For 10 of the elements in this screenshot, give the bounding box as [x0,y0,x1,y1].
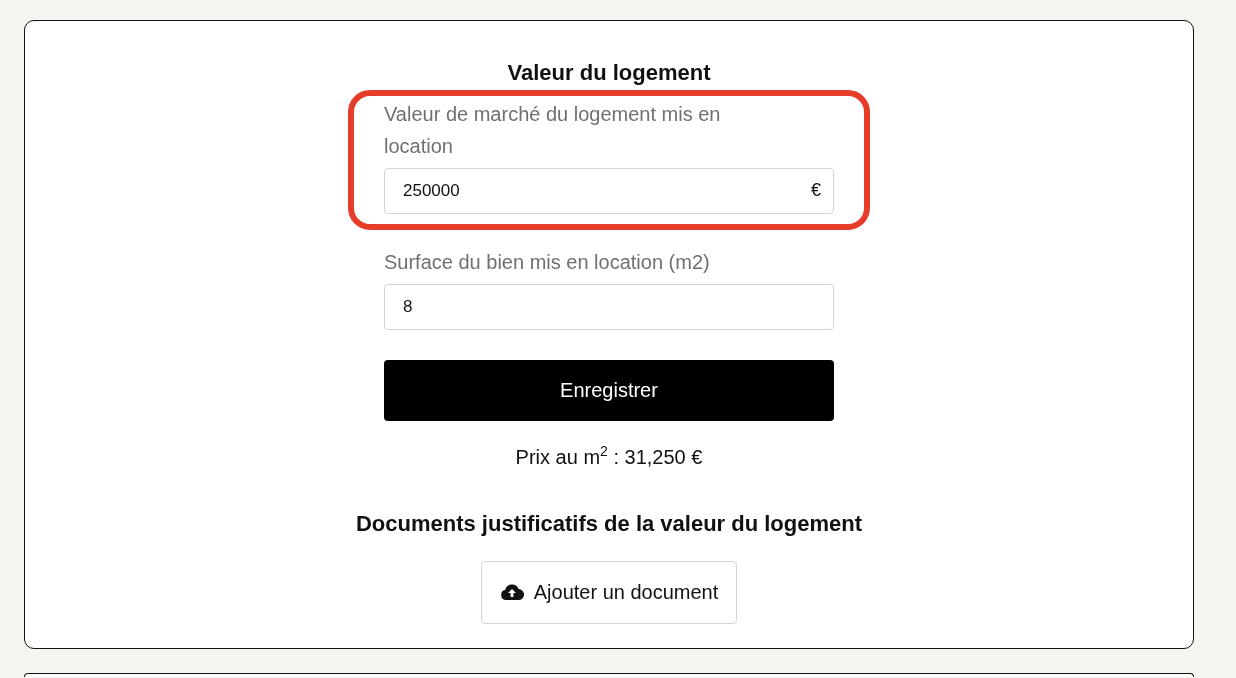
save-button[interactable]: Enregistrer [384,360,834,421]
add-document-button[interactable]: Ajouter un document [480,560,738,624]
field-label: Surface du bien mis en location (m2) [384,250,711,275]
price-per-m2: Prix au m$^{2}$ : 31,250 € [515,443,703,469]
field-label: Valeur de marché du logement mis en location [384,102,722,159]
documents-title: Documents justificatifs de la valeur du logement [355,510,863,537]
cloud-upload-icon [499,583,524,602]
currency-suffix: € [811,180,821,201]
section-title: Valeur du logement [507,60,711,86]
input-field[interactable]: 8 [384,284,834,330]
